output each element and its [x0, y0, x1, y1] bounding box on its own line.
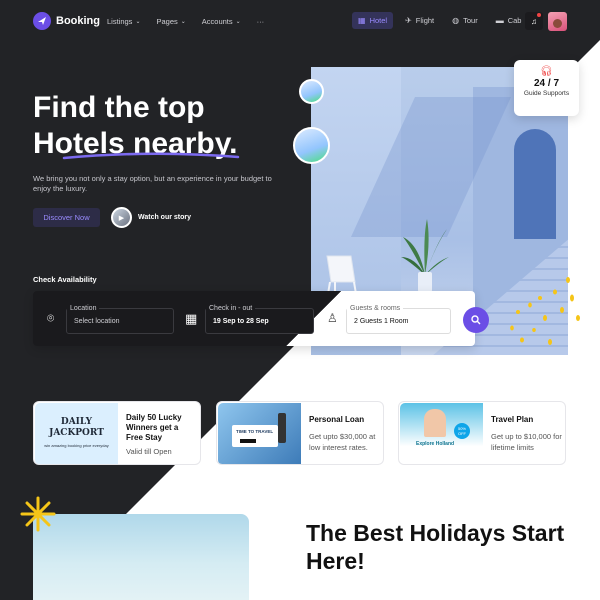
plane-icon: ✈ — [405, 16, 412, 25]
jackpot-caption: win amazing booking price everyday — [44, 443, 109, 448]
availability-search-bar: ⌾ Location Select location ▦ Check in - … — [33, 291, 489, 346]
chevron-down-icon: ⌄ — [135, 19, 141, 25]
brand-name: Booking — [56, 15, 100, 27]
watch-story-label: Watch our story — [138, 214, 192, 221]
brand-logo[interactable]: Booking — [33, 12, 100, 30]
hotel-icon: ▦ — [358, 16, 366, 25]
tab-tour[interactable]: ◍ Tour — [446, 12, 484, 29]
decorative-dots — [510, 277, 580, 345]
chevron-down-icon: ⌄ — [180, 19, 186, 25]
calendar-icon: ▦ — [185, 311, 198, 326]
tab-flight[interactable]: ✈ Flight — [399, 12, 440, 29]
discover-now-button[interactable]: Discover Now — [33, 208, 100, 227]
tab-flight-label: Flight — [415, 16, 435, 25]
main-menu: Listings ⌄ Pages ⌄ Accounts ⌄ ··· — [107, 17, 264, 26]
travel-discount-badge: 50% OFF — [454, 423, 470, 439]
tab-cab[interactable]: ▬ Cab — [490, 12, 528, 29]
location-field[interactable]: Location Select location — [66, 305, 174, 334]
location-pin-icon: ⌾ — [47, 311, 55, 325]
support-label: Guide Supports — [523, 90, 570, 97]
support-card: 🎧︎ 24 / 7 Guide Supports — [514, 60, 579, 116]
jackpot-line2: JACKPORT — [49, 428, 104, 438]
promo-card-description: Valid till Open — [126, 447, 172, 456]
promo-card-loan[interactable]: TIME TO TRAVEL Personal Loan Get upto $3… — [216, 401, 384, 465]
play-icon: ▶ — [111, 207, 132, 228]
jackpot-image-text: DAILY JACKPORT win amazing booking price… — [44, 417, 108, 451]
jackpot-line1: DAILY — [60, 417, 93, 427]
guests-rooms-field[interactable]: Guests & rooms 2 Guests 1 Room — [346, 305, 451, 334]
date-field-label: Check in - out — [206, 305, 256, 312]
hero-title-line1: Find the top — [33, 91, 205, 124]
promo-card-title: Personal Loan — [309, 415, 365, 424]
menu-listings[interactable]: Listings ⌄ — [107, 17, 140, 26]
more-dots-icon: ··· — [256, 17, 265, 26]
menu-accounts-label: Accounts — [201, 17, 233, 26]
guests-value: 2 Guests 1 Room — [354, 318, 409, 325]
search-button[interactable] — [463, 307, 489, 333]
car-icon: ▬ — [495, 16, 504, 25]
person-icon: ♙ — [327, 311, 338, 325]
support-number: 24 / 7 — [533, 78, 560, 89]
promo-card-travel[interactable]: Explore Holland 50% OFF Travel Plan Get … — [398, 401, 566, 465]
holiday-image — [33, 514, 249, 600]
menu-accounts[interactable]: Accounts ⌄ — [202, 17, 241, 26]
image-plant-pot — [418, 272, 432, 292]
search-icon — [471, 315, 481, 325]
promo-card-title: Daily 50 Lucky Winners get a Free Stay — [126, 413, 182, 442]
loan-image-text: TIME TO TRAVEL — [236, 429, 274, 434]
travel-plan-image: Explore Holland 50% OFF — [400, 403, 483, 464]
promo-card-description: Get upto $30,000 at low interest rates. — [309, 432, 376, 452]
globe-icon: ◍ — [452, 16, 460, 25]
sparkle-decoration — [20, 496, 56, 532]
promo-card-jackpot[interactable]: DAILY JACKPORT win amazing booking price… — [33, 401, 201, 465]
promo-card-title: Travel Plan — [491, 415, 534, 424]
title-underline-decoration — [62, 152, 240, 160]
guests-field-label: Guests & rooms — [347, 305, 404, 312]
image-plant — [401, 219, 449, 275]
date-range-value: 19 Sep to 28 Sep — [213, 318, 269, 325]
jackpot-image: DAILY JACKPORT win amazing booking price… — [35, 403, 118, 464]
top-navbar: Booking Listings ⌄ Pages ⌄ Accounts ⌄ ··· ▦… — [0, 0, 600, 44]
plane-logo-icon — [33, 12, 51, 30]
image-arch-doorway — [514, 129, 556, 239]
service-tabs: ▦ Hotel ✈ Flight ◍ Tour ▬ Cab — [352, 12, 527, 29]
notification-dot — [537, 13, 541, 17]
user-avatar[interactable] — [548, 12, 567, 31]
tab-hotel[interactable]: ▦ Hotel — [352, 12, 394, 29]
tab-cab-label: Cab — [507, 16, 522, 25]
promo-card-description: Get up to $10,000 for lifetime limits — [491, 432, 562, 452]
location-field-label: Location — [67, 305, 100, 312]
hero-description: We bring you not only a stay option, but… — [33, 174, 272, 193]
thumbnail-hotel-1[interactable] — [299, 79, 324, 104]
location-placeholder: Select location — [74, 318, 120, 325]
travel-map-image: TIME TO TRAVEL — [218, 403, 301, 464]
menu-pages[interactable]: Pages ⌄ — [156, 17, 185, 26]
travel-image-text: Explore Holland — [416, 441, 455, 447]
bell-icon: ♫ — [531, 16, 537, 26]
watch-story-link[interactable]: ▶ Watch our story — [111, 207, 191, 228]
menu-pages-label: Pages — [156, 17, 178, 26]
notification-button[interactable]: ♫ — [525, 12, 543, 30]
tab-hotel-label: Hotel — [369, 16, 388, 25]
section-title: The Best Holidays Start Here! — [306, 520, 565, 574]
headset-icon: 🎧︎ — [540, 66, 553, 77]
avatar-head — [553, 19, 562, 28]
tab-tour-label: Tour — [463, 16, 478, 25]
thumbnail-hotel-2[interactable] — [293, 127, 330, 164]
chevron-down-icon: ⌄ — [235, 19, 241, 25]
check-availability-title: Check Availability — [33, 275, 97, 284]
menu-listings-label: Listings — [107, 17, 133, 26]
date-range-field[interactable]: Check in - out 19 Sep to 28 Sep — [205, 305, 314, 334]
more-menu-button[interactable]: ··· — [257, 17, 265, 26]
